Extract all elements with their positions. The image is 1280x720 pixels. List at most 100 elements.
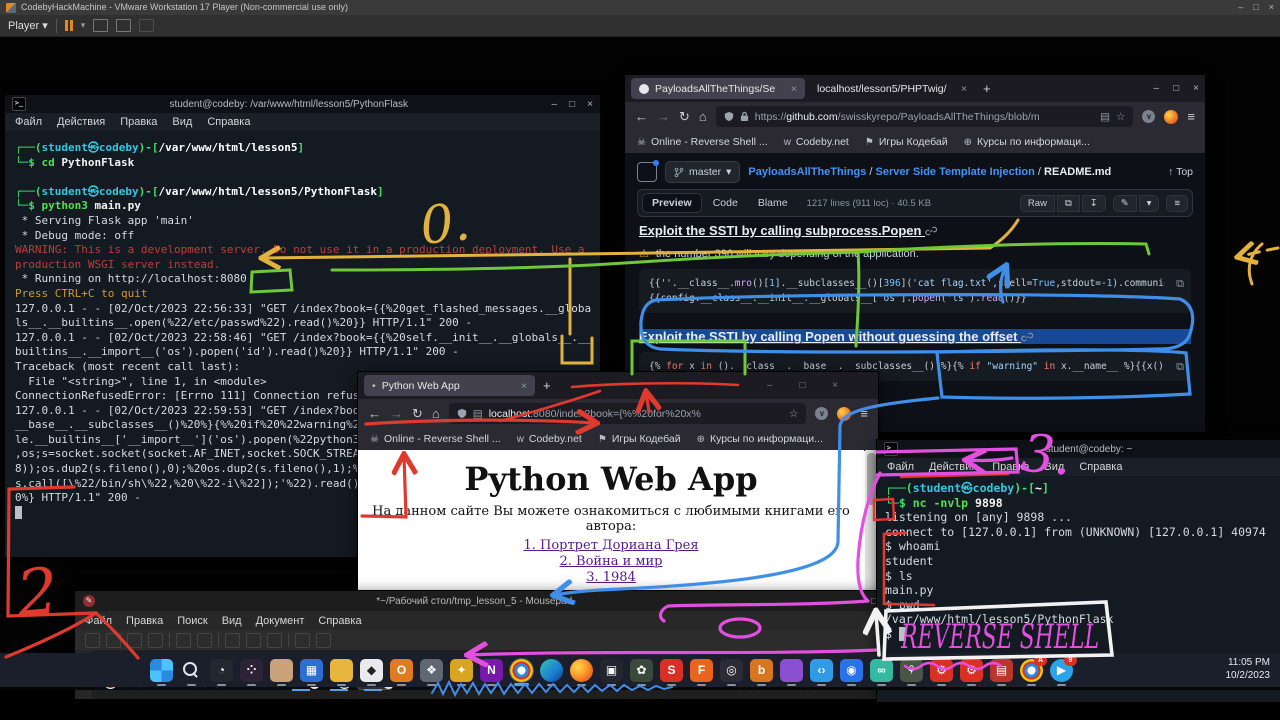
copy-icon[interactable]	[246, 633, 261, 648]
ctrl-alt-del-button[interactable]	[93, 19, 108, 32]
terminal-titlebar[interactable]: >_ student@codeby: ~	[877, 440, 1280, 458]
copy-code-icon[interactable]: ⧉	[1176, 276, 1184, 291]
player-menu[interactable]: Player ▾	[8, 19, 48, 32]
firefox-icon[interactable]	[570, 659, 593, 682]
back-button[interactable]: ←	[635, 109, 648, 124]
menu-item[interactable]: Файл	[15, 116, 42, 128]
fbook-icon[interactable]: F	[690, 659, 713, 682]
pause-dropdown[interactable]: ▾	[81, 20, 86, 31]
maximize-button[interactable]: □	[1173, 83, 1179, 94]
edit-button[interactable]: ✎	[1113, 195, 1137, 212]
speedtest-icon[interactable]: ◔	[210, 659, 233, 682]
bookmark-item[interactable]: wCodeby.net	[784, 136, 849, 148]
copy-code-icon[interactable]: ⧉	[1176, 359, 1184, 374]
terminal-titlebar[interactable]: >_ student@codeby: /var/www/html/lesson5…	[5, 95, 600, 113]
bookmark-item[interactable]: ⊕Курсы по информаци...	[964, 136, 1090, 148]
book-link[interactable]: 2. Война и мир	[358, 554, 864, 569]
vmware-icon[interactable]: ❖	[420, 659, 443, 682]
back-button[interactable]: ←	[368, 406, 381, 421]
breadcrumb-repo[interactable]: PayloadsAllTheThings	[748, 166, 866, 178]
menu-item[interactable]: Вид	[1044, 461, 1064, 473]
reader-icon[interactable]: ▤	[1100, 111, 1110, 123]
menu-item[interactable]: Справка	[207, 116, 250, 128]
book-link[interactable]: 1. Портрет Дориана Грея	[358, 538, 864, 553]
tab-github[interactable]: PayloadsAllTheThings/Se ×	[631, 78, 805, 99]
bookmark-star-icon[interactable]: ☆	[1116, 111, 1125, 123]
menu-item[interactable]: Документ	[256, 615, 305, 627]
menu-item[interactable]: Справка	[318, 615, 361, 627]
bookmark-item[interactable]: ☠Online - Reverse Shell ...	[370, 433, 501, 445]
photos-icon[interactable]	[270, 659, 293, 682]
bookmark-item[interactable]: ⊕Курсы по информаци...	[697, 433, 823, 445]
maps-pin-icon[interactable]: ◉	[840, 659, 863, 682]
pocket-icon[interactable]: ∨	[1142, 110, 1155, 123]
search-icon[interactable]	[180, 659, 203, 682]
save-as-icon[interactable]	[148, 633, 163, 648]
menu-item[interactable]: Правка	[992, 461, 1029, 473]
blender-icon[interactable]: b	[750, 659, 773, 682]
edge-icon[interactable]	[540, 659, 563, 682]
branch-button[interactable]: master ▾	[665, 161, 740, 183]
tab-blame[interactable]: Blame	[749, 194, 797, 212]
home-button[interactable]: ⌂	[432, 406, 440, 421]
orange-o-icon[interactable]: O	[390, 659, 413, 682]
url-bar[interactable]: ▤ localhost:8080/index?book={%%20for%20x…	[449, 403, 807, 424]
bookmark-item[interactable]: wCodeby.net	[517, 433, 582, 445]
redo-icon[interactable]	[197, 633, 212, 648]
pocket-icon[interactable]: ∨	[815, 407, 828, 420]
sidebar-toggle-icon[interactable]	[637, 162, 657, 182]
chrome-profile-icon[interactable]: A	[1020, 659, 1043, 682]
keepass-icon[interactable]: ▤	[990, 659, 1013, 682]
vmware-maximize-button[interactable]: □	[1253, 0, 1258, 15]
close-button[interactable]: ×	[1193, 83, 1199, 94]
bookmark-item[interactable]: ⚑Игры Кодебай	[865, 136, 948, 148]
tab-close-icon[interactable]: ×	[791, 83, 797, 95]
heading-subprocess-popen[interactable]: Exploit the SSTI by calling subprocess.P…	[639, 223, 1191, 238]
menu-icon[interactable]: ≡	[1187, 109, 1195, 124]
firefox-account-icon[interactable]	[1164, 110, 1178, 124]
back-to-top-link[interactable]: ↑ Top	[1168, 166, 1193, 178]
close-button[interactable]: ×	[587, 99, 593, 110]
maximize-button[interactable]: □	[569, 99, 575, 110]
pause-button[interactable]	[65, 20, 73, 31]
book-link[interactable]: 3. 1984	[358, 570, 864, 585]
wio-icon[interactable]: ∞	[870, 659, 893, 682]
menu-item[interactable]: Вид	[172, 116, 192, 128]
copy-button[interactable]: ⧉	[1057, 195, 1080, 212]
menu-item[interactable]: Справка	[1079, 461, 1122, 473]
bookmark-item[interactable]: ⚑Игры Кодебай	[598, 433, 681, 445]
vscode-icon[interactable]: ‹›	[810, 659, 833, 682]
new-tab-button[interactable]: +	[983, 81, 991, 96]
fullscreen-button[interactable]	[116, 19, 131, 32]
menu-item[interactable]: Поиск	[177, 615, 207, 627]
mousepad-titlebar[interactable]: ✎ *~/Рабочий стол/tmp_lesson_5 - Mousepa…	[75, 591, 885, 611]
tab-python-web-app[interactable]: • Python Web App ×	[364, 375, 535, 396]
minimize-button[interactable]: –	[1154, 83, 1160, 94]
menu-item[interactable]: Действия	[929, 461, 977, 473]
onenote-icon[interactable]: N	[480, 659, 503, 682]
heading-popen-no-offset[interactable]: Exploit the SSTI by calling Popen withou…	[639, 329, 1191, 344]
scrollbar-thumb[interactable]	[867, 453, 876, 505]
davinci-icon[interactable]: ▣	[600, 659, 623, 682]
remote-icon[interactable]: ✦	[450, 659, 473, 682]
reload-button[interactable]: ↻	[679, 109, 690, 125]
menu-icon[interactable]: ≡	[860, 406, 868, 421]
download-button[interactable]: ↧	[1082, 195, 1106, 212]
new-file-icon[interactable]	[85, 633, 100, 648]
menu-item[interactable]: Правка	[120, 116, 157, 128]
window-controls[interactable]: – □ ×	[767, 380, 850, 391]
save-icon[interactable]	[127, 633, 142, 648]
plant-icon[interactable]: ⚘	[900, 659, 923, 682]
tab-preview[interactable]: Preview	[642, 193, 702, 213]
explorer-icon[interactable]	[330, 659, 353, 682]
tab-close-icon[interactable]: ×	[521, 380, 527, 392]
minimize-button[interactable]: –	[853, 596, 859, 607]
paste-icon[interactable]	[267, 633, 282, 648]
menu-item[interactable]: Файл	[887, 461, 914, 473]
vmware-minimize-button[interactable]: –	[1238, 0, 1243, 15]
home-button[interactable]: ⌂	[699, 109, 707, 124]
chrome-icon[interactable]	[510, 659, 533, 682]
raw-button[interactable]: Raw	[1020, 195, 1055, 212]
bookmark-item[interactable]: ☠Online - Reverse Shell ...	[637, 136, 768, 148]
breadcrumb-dir[interactable]: Server Side Template Injection	[876, 166, 1035, 178]
